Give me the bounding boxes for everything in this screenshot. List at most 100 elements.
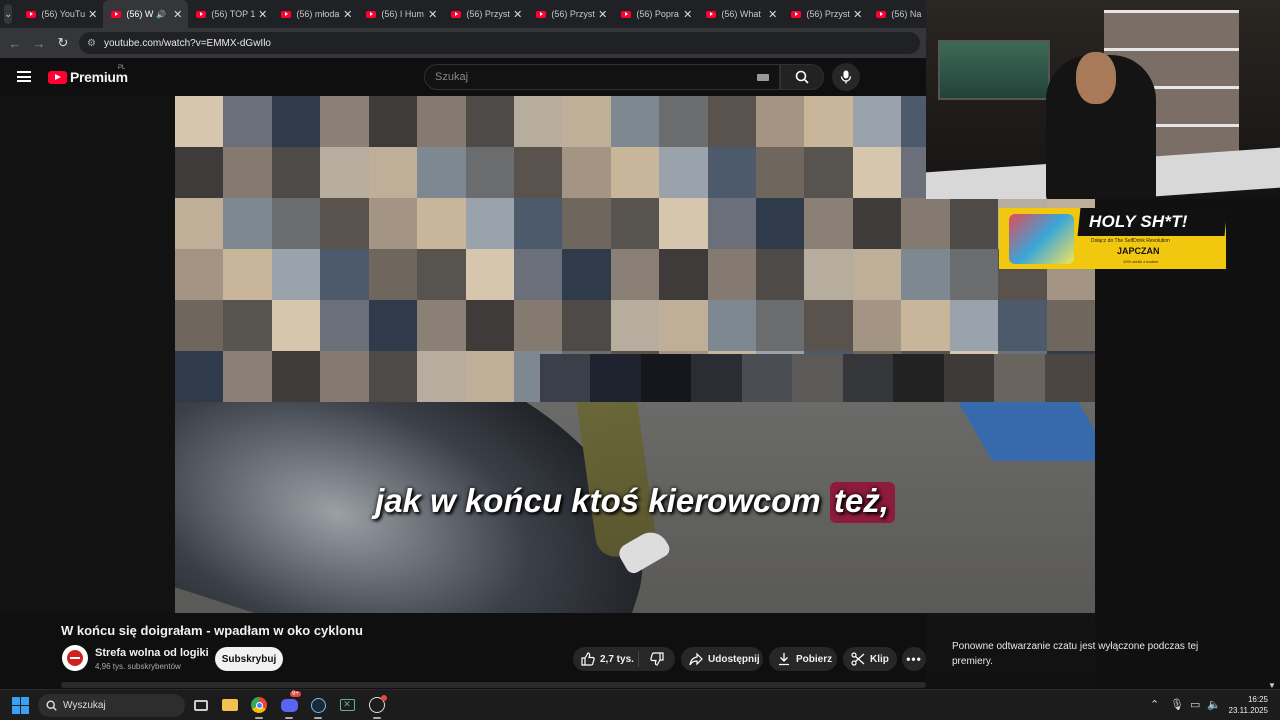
search-input[interactable]: Szukaj [424, 64, 780, 90]
tab-close-icon[interactable]: ✕ [88, 8, 97, 21]
youtube-favicon-icon [366, 10, 377, 18]
tab-close-icon[interactable]: ✕ [513, 8, 522, 21]
pixel-block [707, 96, 757, 147]
pixel-block [659, 198, 708, 249]
youtube-logo[interactable]: Premium PL [48, 65, 128, 85]
horizontal-scrollbar[interactable] [61, 682, 926, 688]
pixel-block [792, 354, 843, 402]
pixel-block [417, 351, 466, 402]
pixel-block [741, 354, 793, 402]
tab-close-icon[interactable]: ✕ [768, 8, 777, 21]
tray-display-icon[interactable]: ▭ [1190, 698, 1200, 711]
pixel-block [417, 147, 466, 198]
chrome-icon[interactable] [249, 695, 269, 719]
browser-tab[interactable]: (56) TOP 1 ✕ [188, 0, 273, 28]
tab-title: (56) Popra [636, 9, 679, 19]
like-button[interactable]: 2,7 tys. [573, 651, 639, 667]
pixel-block [320, 300, 369, 351]
pixel-block [707, 198, 757, 249]
share-button[interactable]: Udostępnij [681, 647, 763, 671]
menu-icon[interactable] [17, 71, 31, 82]
tab-close-icon[interactable]: ✕ [853, 8, 862, 21]
pixel-block [223, 351, 272, 402]
tab-close-icon[interactable]: ✕ [683, 8, 692, 21]
pixel-block [513, 96, 563, 147]
search-button[interactable] [780, 64, 824, 90]
pixel-block [852, 300, 902, 351]
clip-button[interactable]: Klip [843, 647, 897, 671]
pixel-block [610, 96, 660, 147]
more-horizontal-icon: ••• [906, 652, 922, 666]
tab-title: (56) W [126, 9, 154, 19]
thumbs-up-icon [581, 652, 595, 666]
excel-icon[interactable]: ✕ [337, 695, 357, 715]
tab-close-icon[interactable]: ✕ [598, 8, 607, 21]
pixel-block [417, 300, 466, 351]
tab-close-icon[interactable]: ✕ [258, 8, 267, 21]
voice-search-button[interactable] [832, 63, 860, 91]
file-explorer-icon[interactable] [220, 695, 240, 715]
browser-tab[interactable]: (56) What ✕ [698, 0, 783, 28]
pixel-block [175, 198, 224, 249]
taskbar-clock[interactable]: 16:25 23.11.2025 [1226, 694, 1268, 716]
webcam-streamer-head [1076, 52, 1116, 104]
tab-audio-icon[interactable]: 🔊 [156, 10, 166, 19]
obs-icon[interactable] [367, 695, 387, 719]
tab-close-icon[interactable]: ✕ [173, 8, 182, 21]
youtube-favicon-icon [621, 10, 632, 18]
browser-tab[interactable]: (56) Przyst ✕ [528, 0, 613, 28]
tray-volume-icon[interactable]: 🔈 [1207, 698, 1221, 711]
pixel-block [175, 96, 224, 147]
windows-taskbar: Wyszukaj 9+ ✕ ⌃ 🎙 ▭ 🔈 16:25 23.11.2025 [0, 689, 1280, 720]
download-button[interactable]: Pobierz [769, 647, 837, 671]
site-info-icon[interactable]: ⚙ [87, 38, 96, 49]
pixel-block [223, 300, 272, 351]
tray-overflow-icon[interactable]: ⌃ [1150, 698, 1159, 711]
back-icon[interactable]: ← [3, 36, 27, 51]
more-actions-button[interactable]: ••• [902, 647, 926, 671]
pixel-block [659, 147, 708, 198]
pixel-block [901, 198, 950, 249]
forward-icon[interactable]: → [27, 36, 51, 51]
tray-microphone-icon[interactable]: 🎙 [1170, 698, 1184, 711]
pixel-block [271, 351, 321, 402]
tab-search-button[interactable]: ⌄ [4, 4, 13, 24]
like-count: 2,7 tys. [600, 653, 634, 665]
browser-tab[interactable]: (56) Popra ✕ [613, 0, 698, 28]
tab-close-icon[interactable]: ✕ [428, 8, 437, 21]
url-field[interactable]: ⚙ youtube.com/watch?v=EMMX-dGwIlo [79, 32, 920, 54]
share-label: Udostępnij [708, 653, 760, 665]
pixel-block [842, 354, 894, 402]
channel-name[interactable]: Strefa wolna od logiki [95, 647, 209, 659]
task-view-icon[interactable] [191, 695, 211, 715]
keyboard-icon[interactable] [757, 74, 769, 81]
pixel-block [691, 354, 742, 402]
browser-tab[interactable]: (56) YouTu ✕ [18, 0, 103, 28]
pixel-block [998, 300, 1047, 351]
dislike-button[interactable] [639, 652, 675, 666]
pixel-block [610, 300, 660, 351]
browser-tab[interactable]: (56) W 🔊 ✕ [103, 0, 189, 28]
pixel-block [417, 198, 466, 249]
reload-icon[interactable]: ↻ [51, 35, 75, 51]
pixel-block [804, 198, 853, 249]
browser-tab[interactable]: (56) młoda ✕ [273, 0, 358, 28]
windows-start-icon[interactable] [12, 697, 29, 714]
tab-close-icon[interactable]: ✕ [343, 8, 352, 21]
youtube-favicon-icon [281, 10, 292, 18]
pixel-block [320, 198, 369, 249]
tab-title: (56) TOP 1 [211, 9, 256, 19]
pixel-block [852, 147, 902, 198]
browser-tab[interactable]: (56) Przyst ✕ [443, 0, 528, 28]
subscribe-button[interactable]: Subskrybuj [215, 647, 283, 671]
browser-tab[interactable]: (56) I Hum ✕ [358, 0, 443, 28]
pixel-block [994, 354, 1045, 402]
channel-avatar[interactable] [62, 645, 88, 671]
browser-tab[interactable]: (56) Przyst ✕ [783, 0, 868, 28]
discord-icon[interactable]: 9+ [279, 691, 301, 719]
pixel-block [465, 96, 514, 147]
steam-icon[interactable] [308, 695, 328, 719]
taskbar-search[interactable]: Wyszukaj [38, 694, 185, 717]
tab-title: (56) Przyst [466, 9, 510, 19]
pixel-block [852, 198, 902, 249]
